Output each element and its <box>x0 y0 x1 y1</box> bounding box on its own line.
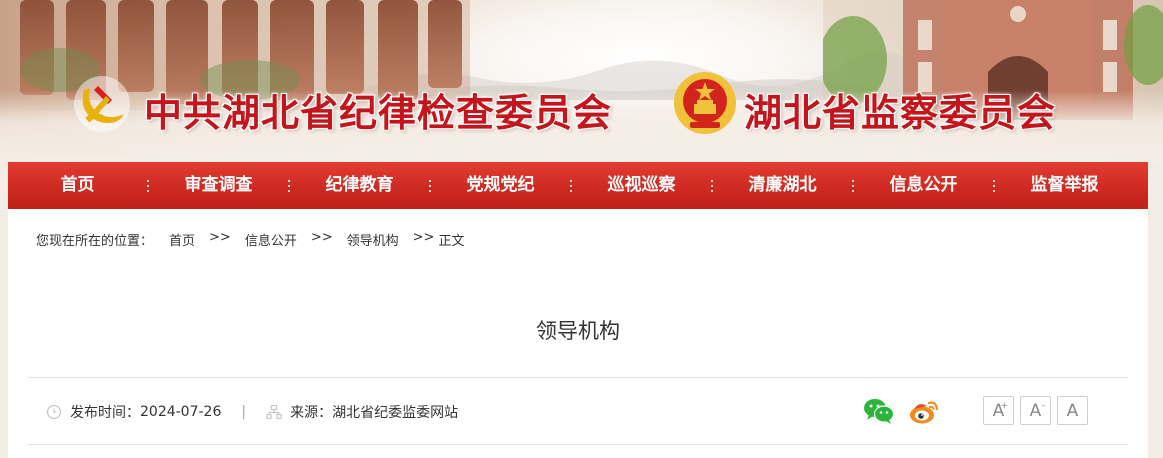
article-meta: 发布时间： 2024-07-26 | 来源： 湖北省纪委监委网站 <box>46 402 458 422</box>
nav-item-report[interactable]: 监督举报 <box>995 162 1134 209</box>
nav-item-investigation[interactable]: 审查调查 <box>149 162 288 209</box>
national-emblem-icon <box>674 72 736 134</box>
nav-item-inspection[interactable]: 巡视巡察 <box>572 162 711 209</box>
font-increase-mark: + <box>1000 401 1008 411</box>
source-value: 湖北省纪委监委网站 <box>332 405 459 421</box>
article-meta-bar: 发布时间： 2024-07-26 | 来源： 湖北省纪委监委网站 A + A -… <box>28 377 1128 445</box>
font-decrease-mark: - <box>1041 401 1045 411</box>
article-title: 领导机构 <box>536 319 620 343</box>
publish-date: 2024-07-26 <box>140 404 222 420</box>
breadcrumb-link-info-disclosure[interactable]: 信息公开 <box>245 230 297 249</box>
wechat-icon[interactable] <box>863 397 895 425</box>
header-banner: 中共湖北省纪律检查委员会 湖北省监察委员会 <box>0 0 1163 162</box>
clock-icon <box>46 404 62 420</box>
breadcrumb-link-home[interactable]: 首页 <box>169 230 195 249</box>
breadcrumb-separator: >> <box>412 230 435 245</box>
font-reset-button[interactable]: A <box>1057 396 1088 425</box>
font-reset-label: A <box>1066 400 1079 421</box>
font-increase-button[interactable]: A + <box>983 396 1014 425</box>
main-nav: 首页 审查调查 纪律教育 党规党纪 巡视巡察 清廉湖北 信息公开 监督举报 <box>8 162 1148 209</box>
banner-title-supervision: 湖北省监察委员会 <box>744 90 1057 135</box>
weibo-icon[interactable] <box>909 397 941 425</box>
nav-item-party-rules[interactable]: 党规党纪 <box>431 162 570 209</box>
nav-item-home[interactable]: 首页 <box>8 162 147 209</box>
nav-item-discipline-education[interactable]: 纪律教育 <box>290 162 429 209</box>
font-decrease-button[interactable]: A - <box>1020 396 1051 425</box>
breadcrumb-link-leadership[interactable]: 领导机构 <box>347 230 399 249</box>
article-actions: A + A - A <box>863 396 1088 425</box>
breadcrumb-separator: >> <box>310 230 333 245</box>
meta-divider: | <box>241 404 247 420</box>
breadcrumb: 您现在所在的位置： 首页 >> 信息公开 >> 领导机构 >> 正文 <box>36 230 464 249</box>
nav-item-info-disclosure[interactable]: 信息公开 <box>854 162 993 209</box>
source-label: 来源： <box>290 405 333 421</box>
publish-time-label: 发布时间： <box>70 405 140 421</box>
breadcrumb-prefix: 您现在所在的位置： <box>36 234 154 249</box>
content-panel: 您现在所在的位置： 首页 >> 信息公开 >> 领导机构 >> 正文 领导机构 … <box>8 209 1148 458</box>
banner-title-commission: 中共湖北省纪律检查委员会 <box>144 90 613 135</box>
font-decrease-label: A <box>1029 400 1042 421</box>
breadcrumb-current: 正文 <box>438 234 465 249</box>
party-emblem-icon <box>74 76 130 132</box>
breadcrumb-separator: >> <box>209 230 231 245</box>
source-icon <box>266 404 282 420</box>
nav-item-clean-hubei[interactable]: 清廉湖北 <box>713 162 852 209</box>
